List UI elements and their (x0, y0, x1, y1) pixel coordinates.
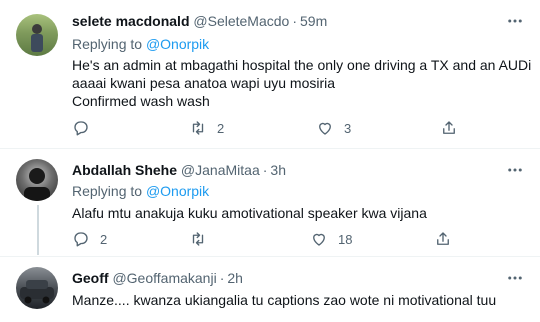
more-options-button[interactable] (506, 161, 526, 179)
like-button[interactable]: 3 (316, 118, 351, 138)
more-horizontal-icon (508, 276, 522, 280)
tweet-2[interactable]: Abdallah Shehe @JanaMitaa · 3h Replying to… (0, 149, 540, 255)
avatar-person-image (31, 24, 43, 52)
tweet-header: Abdallah Shehe @JanaMitaa · 3h (72, 161, 286, 179)
tweet-text-line: Alafu mtu anakuja kuku amotivational spe… (72, 205, 427, 221)
replying-to-label: Replying to (72, 183, 143, 199)
thread-connector-line (37, 205, 39, 255)
timestamp[interactable]: 2h (227, 270, 243, 286)
heart-icon (313, 233, 325, 246)
mention-link[interactable]: @Onorpik (146, 183, 209, 199)
timestamp[interactable]: 59m (300, 13, 327, 29)
tweet-text-line: Confirmed wash wash (72, 93, 210, 109)
retweet-count: 2 (217, 120, 225, 136)
avatar[interactable] (16, 14, 58, 56)
replying-to: Replying to @Onorpik (72, 35, 209, 53)
avatar-person-image (24, 168, 50, 201)
tweet-text-line: He's an admin at mbagathi hospital the o… (72, 57, 532, 73)
action-bar: 2 18 (72, 229, 472, 249)
avatar-car-image (20, 280, 54, 304)
user-handle[interactable]: @JanaMitaa (181, 162, 260, 178)
replying-to-label: Replying to (72, 36, 143, 52)
retweet-icon (192, 121, 204, 135)
separator-dot: · (262, 162, 268, 178)
reply-button[interactable] (72, 118, 100, 138)
share-icon (437, 232, 449, 245)
reply-button[interactable]: 2 (72, 229, 107, 249)
like-button[interactable]: 18 (310, 229, 352, 249)
timestamp[interactable]: 3h (270, 162, 286, 178)
more-horizontal-icon (508, 19, 522, 23)
share-button[interactable] (440, 118, 458, 138)
reply-bubble-icon (74, 121, 88, 136)
tweet-1[interactable]: selete macdonald @SeleteMacdo · 59m Replyi… (0, 0, 540, 148)
user-handle[interactable]: @SeleteMacdo (193, 13, 289, 29)
like-count: 3 (344, 120, 352, 136)
display-name[interactable]: Abdallah Shehe (72, 162, 177, 178)
avatar[interactable] (16, 159, 58, 201)
avatar[interactable] (16, 267, 58, 309)
more-options-button[interactable] (506, 269, 526, 287)
more-options-button[interactable] (506, 12, 526, 30)
replying-to: Replying to @Onorpik (72, 182, 209, 200)
retweet-button[interactable] (189, 229, 217, 249)
tweet-header: Geoff @Geoffamakanji · 2h (72, 269, 243, 287)
separator-dot: · (292, 13, 297, 29)
tweet-header: selete macdonald @SeleteMacdo · 59m (72, 12, 327, 30)
like-count: 18 (338, 231, 353, 247)
action-bar: 2 3 (72, 118, 472, 138)
share-button[interactable] (434, 229, 452, 249)
separator-dot: · (219, 270, 225, 286)
reply-count: 2 (100, 231, 108, 247)
retweet-icon (192, 232, 204, 246)
mention-link[interactable]: @Onorpik (146, 36, 209, 52)
tweet-3[interactable]: Geoff @Geoffamakanji · 2h Manze.... kwanza… (0, 257, 540, 322)
retweet-button[interactable]: 2 (189, 118, 224, 138)
heart-icon (319, 122, 331, 135)
display-name[interactable]: Geoff (72, 270, 109, 286)
reply-bubble-icon (74, 232, 88, 247)
tweet-text-line: Manze.... kwanza ukiangalia tu captions … (72, 292, 497, 308)
more-horizontal-icon (508, 168, 522, 172)
share-icon (443, 121, 455, 134)
tweet-text-line: aaaai kwani pesa anatoa wapi uyu mosiria (72, 75, 336, 91)
user-handle[interactable]: @Geoffamakanji (112, 270, 216, 286)
display-name[interactable]: selete macdonald (72, 13, 190, 29)
